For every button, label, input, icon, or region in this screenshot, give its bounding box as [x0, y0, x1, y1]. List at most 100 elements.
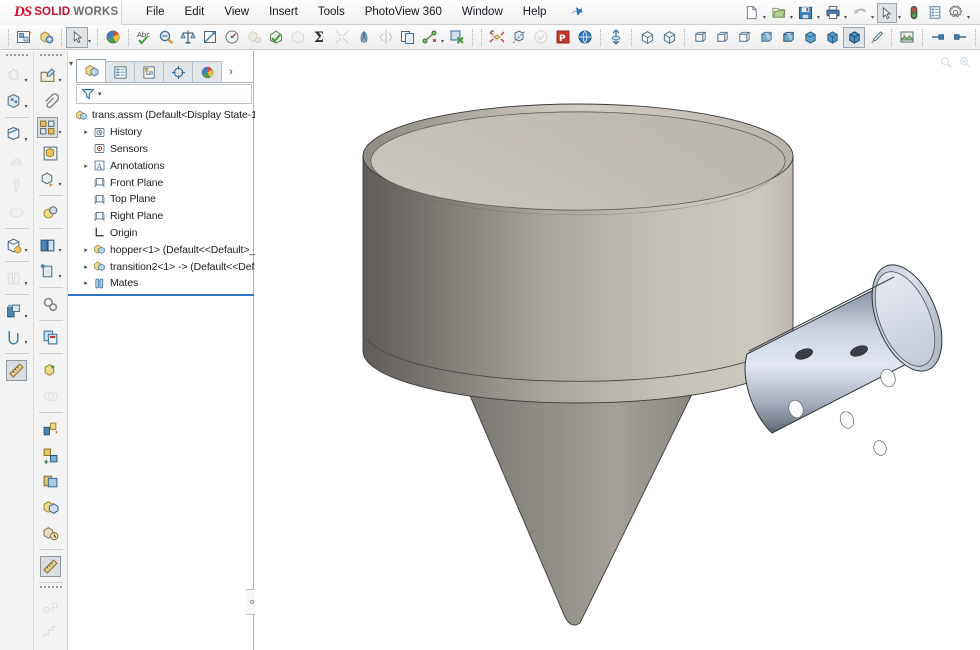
curve-graph-button[interactable]	[34, 620, 68, 646]
assembly-visualization-icon[interactable]	[243, 27, 265, 48]
rebuild-traffic-light-icon[interactable]	[904, 3, 924, 23]
paperclip-attach-icon[interactable]	[40, 91, 61, 112]
tree-item-top-plane[interactable]: Top Plane	[68, 191, 254, 208]
chevron-down-icon[interactable]: ▾	[24, 77, 29, 84]
chevron-down-icon[interactable]: ▾	[58, 129, 63, 136]
edit-component-part-button[interactable]: ▾	[34, 62, 68, 88]
hide-show-right-icon[interactable]	[949, 27, 971, 48]
linear-pattern-button[interactable]: ▾	[0, 88, 34, 114]
tab-display-manager[interactable]	[192, 61, 222, 82]
trimetric-view-icon[interactable]	[658, 27, 680, 48]
measure-ruler-icon[interactable]	[6, 360, 27, 381]
menu-photoview-360[interactable]: PhotoView 360	[355, 3, 452, 21]
shaded-icon[interactable]	[755, 27, 777, 48]
move-component-icon[interactable]	[605, 27, 627, 48]
feature-tree-filter[interactable]: ▾	[76, 84, 252, 104]
tab-feature-manager[interactable]	[76, 59, 106, 82]
chevron-down-icon[interactable]: ▾	[24, 313, 29, 320]
curve-graph-icon[interactable]	[40, 623, 61, 644]
design-study-button[interactable]	[34, 594, 68, 620]
toolbar-grip[interactable]	[40, 586, 62, 591]
sum-sigma-icon[interactable]: Σ	[309, 27, 331, 48]
tree-item-history[interactable]: ▸ History	[68, 124, 254, 141]
chevron-down-icon[interactable]: ▾	[967, 14, 972, 21]
assembly-feature-cut-icon[interactable]	[3, 65, 24, 86]
chevron-down-icon[interactable]: ▾	[763, 14, 768, 21]
edit-component-icon[interactable]	[13, 27, 35, 48]
chevron-down-icon[interactable]: ▾	[898, 14, 903, 21]
interference-check-icon[interactable]	[40, 471, 61, 492]
smart-fasteners-button[interactable]	[0, 173, 34, 199]
tab-property-manager[interactable]	[105, 61, 135, 82]
chevron-down-icon[interactable]: ▾	[58, 77, 63, 84]
sketch-relations-icon[interactable]	[419, 27, 441, 48]
file-properties-icon[interactable]	[925, 3, 945, 23]
performance-evaluation-button[interactable]	[34, 520, 68, 546]
perspective-cube-icon[interactable]	[799, 27, 821, 48]
expand-arrow-icon[interactable]: ▸	[80, 162, 92, 170]
select-cursor-icon[interactable]	[877, 3, 897, 23]
exploded-view-icon[interactable]	[486, 27, 508, 48]
belt-chain-button[interactable]	[0, 199, 34, 225]
symmetry-check-icon[interactable]	[375, 27, 397, 48]
compare-documents-icon[interactable]	[397, 27, 419, 48]
clearance-verification-icon[interactable]	[287, 27, 309, 48]
mirror-components-icon[interactable]	[37, 117, 58, 138]
reference-geometry-icon[interactable]	[3, 124, 24, 145]
menu-tools[interactable]: Tools	[308, 3, 355, 21]
mate-icon[interactable]	[40, 202, 61, 223]
insert-components-icon[interactable]	[35, 27, 57, 48]
show-hidden-components-button[interactable]	[34, 357, 68, 383]
tree-item-hopper[interactable]: ▸ hopper<1> (Default<<Default>_Dis	[68, 241, 254, 258]
tree-item-root-assembly[interactable]: trans.assm (Default<Display State-1>)	[68, 107, 254, 124]
replace-component-icon[interactable]	[37, 169, 58, 190]
chevron-down-icon[interactable]: ▾	[790, 14, 795, 21]
measure-tool-button[interactable]	[34, 553, 68, 579]
toolbar-grip[interactable]	[6, 54, 28, 59]
draft-analysis-cube-icon[interactable]	[821, 27, 843, 48]
tree-item-origin[interactable]: Origin	[68, 225, 254, 242]
mate-button[interactable]	[34, 199, 68, 225]
shaded-with-edges-icon[interactable]	[777, 27, 799, 48]
hole-alignment-icon[interactable]	[331, 27, 353, 48]
replace-component-button[interactable]: ▾	[34, 166, 68, 192]
chevron-down-icon[interactable]: ▾	[24, 247, 29, 254]
chevron-down-icon[interactable]: ▾	[844, 14, 849, 21]
hopper-transition-assembly[interactable]	[255, 51, 980, 650]
new-motion-study-icon[interactable]	[6, 150, 27, 171]
design-study-icon[interactable]	[40, 597, 61, 618]
chevron-down-icon[interactable]: ▾	[58, 181, 63, 188]
assembly-visualization-tool-button[interactable]	[34, 494, 68, 520]
chevron-down-icon[interactable]: ▾	[817, 14, 822, 21]
tab-configuration-manager[interactable]	[134, 61, 164, 82]
menu-view[interactable]: View	[214, 3, 259, 21]
wireframe-view-icon[interactable]	[689, 27, 711, 48]
chevron-down-icon[interactable]: ▾	[24, 339, 29, 346]
open-folder-icon[interactable]	[769, 3, 789, 23]
menu-file[interactable]: File	[136, 3, 175, 21]
show-hidden-components-icon[interactable]	[40, 360, 61, 381]
new-part-icon[interactable]	[3, 235, 24, 256]
exploded-view-tool-button[interactable]	[34, 416, 68, 442]
mass-properties-icon[interactable]	[177, 27, 199, 48]
smart-component-icon[interactable]	[37, 235, 58, 256]
save-disk-icon[interactable]	[796, 3, 816, 23]
hidden-lines-visible-icon[interactable]	[711, 27, 733, 48]
toolbar-grip[interactable]	[40, 54, 62, 59]
smart-component-button[interactable]: ▾	[34, 232, 68, 258]
reference-geometry-button[interactable]: ▾	[0, 121, 34, 147]
chevron-down-icon[interactable]: ▾	[24, 103, 29, 110]
chevron-right-icon[interactable]: ›	[221, 61, 241, 82]
spell-check-abc-icon[interactable]: Abc	[133, 27, 155, 48]
chevron-down-icon[interactable]: ▾	[24, 280, 29, 287]
expand-arrow-icon[interactable]: ▸	[80, 128, 92, 136]
menu-help[interactable]: Help	[513, 3, 557, 21]
delete-face-icon[interactable]	[446, 27, 468, 48]
hidden-lines-removed-icon[interactable]	[733, 27, 755, 48]
menu-insert[interactable]: Insert	[259, 3, 308, 21]
insert-component-icon[interactable]	[40, 143, 61, 164]
assembly-transparency-icon[interactable]	[40, 386, 61, 407]
appearance-sphere-icon[interactable]	[102, 27, 124, 48]
chevron-down-icon[interactable]: ▾	[24, 136, 29, 143]
mirror-components-button[interactable]: ▾	[34, 114, 68, 140]
